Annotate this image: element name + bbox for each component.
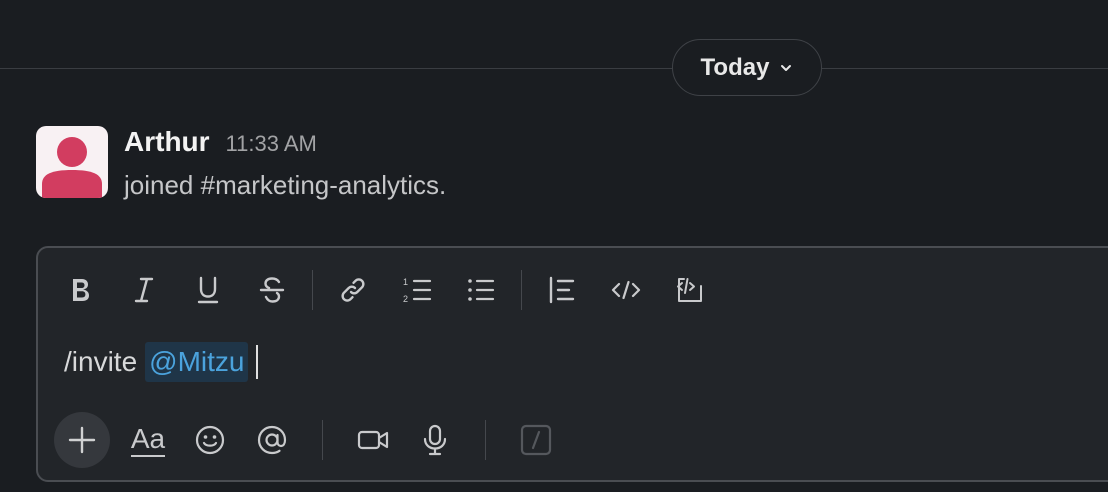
mention-icon — [257, 425, 287, 455]
formatting-toggle-button[interactable]: Aa — [124, 416, 172, 464]
day-divider-button[interactable]: Today — [672, 39, 822, 96]
composer-actions: Aa — [54, 412, 574, 468]
message-input[interactable]: /invite @Mitzu — [64, 340, 259, 384]
text-caret — [256, 345, 259, 379]
message-author[interactable]: Arthur — [124, 126, 210, 158]
plus-icon — [68, 426, 96, 454]
shortcuts-icon — [520, 424, 552, 456]
attach-button[interactable] — [54, 412, 110, 468]
code-block-button[interactable] — [666, 266, 714, 314]
formatting-toolbar: 1 2 — [56, 266, 730, 314]
code-icon — [611, 280, 641, 300]
underline-button[interactable] — [184, 266, 232, 314]
chevron-down-icon — [781, 64, 792, 71]
mention-button[interactable] — [248, 416, 296, 464]
bold-icon — [73, 279, 89, 301]
underline-icon — [197, 276, 219, 304]
day-divider-label: Today — [700, 53, 770, 81]
svg-text:1: 1 — [403, 277, 408, 287]
link-button[interactable] — [329, 266, 377, 314]
actions-divider — [322, 420, 323, 460]
ordered-list-icon: 1 2 — [403, 277, 432, 304]
video-icon — [357, 430, 389, 450]
message-item: Arthur 11:33 AM joined #marketing-analyt… — [36, 126, 1036, 206]
microphone-icon — [423, 424, 447, 456]
strikethrough-icon — [259, 277, 285, 303]
actions-divider — [485, 420, 486, 460]
audio-clip-button[interactable] — [411, 416, 459, 464]
day-divider-line — [0, 68, 1108, 69]
shortcuts-button[interactable] — [512, 416, 560, 464]
input-command-text: /invite — [64, 346, 138, 377]
bulleted-list-button[interactable] — [457, 266, 505, 314]
code-button[interactable] — [602, 266, 650, 314]
user-mention[interactable]: @Mitzu — [145, 342, 249, 382]
bulleted-list-icon — [468, 279, 495, 301]
italic-button[interactable] — [120, 266, 168, 314]
ordered-list-button[interactable]: 1 2 — [393, 266, 441, 314]
italic-icon — [134, 277, 154, 303]
message-timestamp[interactable]: 11:33 AM — [226, 131, 317, 157]
emoji-icon — [195, 425, 225, 455]
message-composer: 1 2 /invite @Mitzu Aa — [36, 246, 1108, 482]
toolbar-divider — [521, 270, 522, 310]
video-clip-button[interactable] — [349, 416, 397, 464]
blockquote-button[interactable] — [538, 266, 586, 314]
link-icon — [341, 278, 365, 302]
code-block-icon — [677, 278, 702, 302]
toolbar-divider — [312, 270, 313, 310]
svg-text:2: 2 — [403, 294, 408, 304]
message-header: Arthur 11:33 AM — [124, 126, 317, 158]
strikethrough-button[interactable] — [248, 266, 296, 314]
formatting-toggle-label: Aa — [130, 423, 166, 457]
avatar[interactable] — [36, 126, 108, 198]
bold-button[interactable] — [56, 266, 104, 314]
blockquote-icon — [549, 276, 575, 304]
emoji-button[interactable] — [186, 416, 234, 464]
message-text: joined #marketing-analytics. — [124, 170, 447, 200]
user-avatar-icon — [42, 137, 102, 198]
